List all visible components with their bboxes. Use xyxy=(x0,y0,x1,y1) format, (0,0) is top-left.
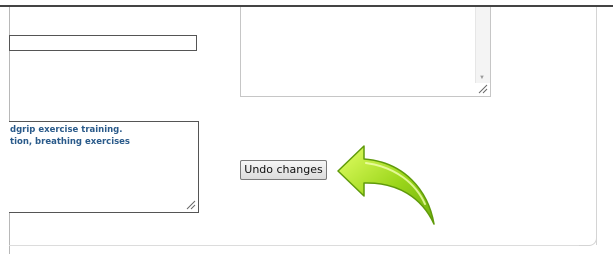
frame-right-border xyxy=(596,7,597,245)
text-input[interactable] xyxy=(9,35,197,51)
frame-corner xyxy=(570,219,597,246)
exercise-textarea[interactable]: dgrip exercise training. tion, breathing… xyxy=(9,121,199,213)
green-curved-arrow-icon xyxy=(337,145,435,225)
textarea-line-1: dgrip exercise training. xyxy=(10,125,123,135)
textarea-line-2: tion, breathing exercises xyxy=(10,137,130,147)
notes-textarea-right[interactable]: ▼ xyxy=(240,7,491,97)
resize-grip-icon[interactable] xyxy=(478,84,488,94)
frame-bottom-border xyxy=(9,245,579,246)
undo-changes-button[interactable]: Undo changes xyxy=(240,160,327,180)
resize-grip-icon[interactable] xyxy=(186,200,196,210)
textarea-scrollbar[interactable]: ▼ xyxy=(475,7,490,83)
scroll-down-arrow-icon[interactable]: ▼ xyxy=(479,75,485,81)
